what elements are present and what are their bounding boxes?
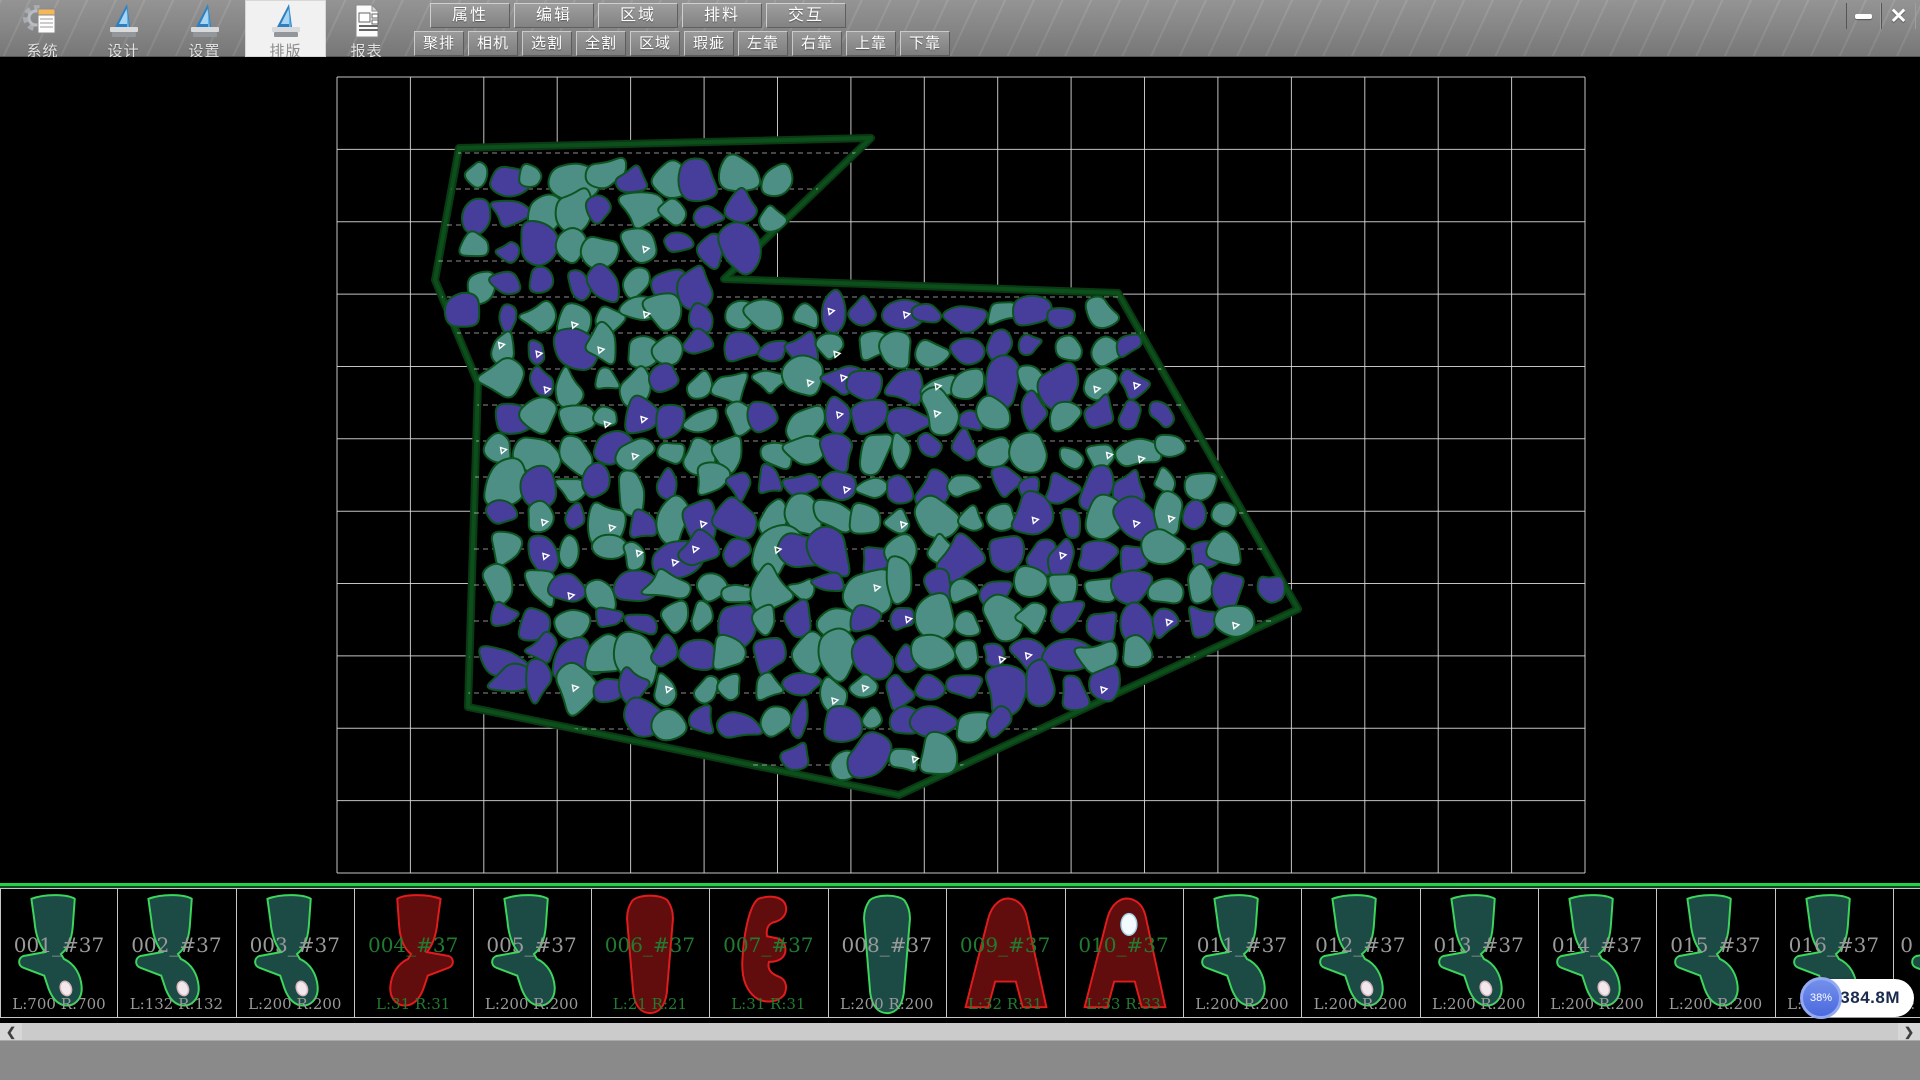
part-thumbnail-004_#37[interactable]: 004_#37 L:31 R:31 — [355, 888, 473, 1018]
parts-cells: 001_#37L:700 R:700002_#37L:132 R:132003_… — [0, 888, 1920, 1018]
scroll-right-arrow-icon[interactable]: ❯ — [1898, 1023, 1920, 1040]
part-label: 002_#37 — [118, 933, 234, 957]
part-label: 004_#37 — [355, 933, 471, 957]
nesting-canvas[interactable] — [0, 57, 1920, 880]
part-label: 014_#37 — [1539, 933, 1655, 957]
menu-tab-row: 属性编辑区域排料交互 — [430, 3, 850, 28]
minimize-button[interactable] — [1846, 3, 1881, 29]
part-lr-count: L:200 R:200 — [1539, 995, 1655, 1013]
app-button-系统[interactable]: 系统 — [2, 0, 83, 57]
title-bar: 系统设计设置排版报表 属性编辑区域排料交互 聚排相机选割全割区域瑕疵左靠右靠上靠… — [0, 0, 1920, 57]
part-label: 010_#37 — [1066, 933, 1182, 957]
part-lr-count: L:200 R:200 — [1657, 995, 1773, 1013]
action-button-左靠[interactable]: 左靠 — [738, 31, 788, 56]
action-button-下靠[interactable]: 下靠 — [900, 31, 950, 56]
menu-tab-交互[interactable]: 交互 — [766, 3, 846, 28]
application-window: 系统设计设置排版报表 属性编辑区域排料交互 聚排相机选割全割区域瑕疵左靠右靠上靠… — [0, 0, 1920, 1080]
horizontal-scrollbar[interactable]: ❮ ❯ — [0, 1023, 1920, 1040]
menu-tab-排料[interactable]: 排料 — [682, 3, 762, 28]
action-button-上靠[interactable]: 上靠 — [846, 31, 896, 56]
part-lr-count: L:31 R:31 — [355, 995, 471, 1013]
part-thumbnail-010_#37[interactable]: 010_#37 L:33 R:33 — [1066, 888, 1184, 1018]
ruler-icon — [102, 3, 146, 39]
part-label: 008_#37 — [829, 933, 945, 957]
part-label: 011_#37 — [1184, 933, 1300, 957]
app-button-设置[interactable]: 设置 — [164, 0, 245, 57]
part-lr-count: L:33 R:33 — [1066, 995, 1182, 1013]
scroll-left-arrow-icon[interactable]: ❮ — [0, 1023, 22, 1040]
gear-doc-icon — [21, 3, 65, 39]
part-thumbnail-012_#37[interactable]: 012_#37 L:200 R:200 — [1302, 888, 1420, 1018]
part-lr-count: L:200 R:200 — [237, 995, 353, 1013]
part-thumbnail-005_#37[interactable]: 005_#37 L:200 R:200 — [474, 888, 592, 1018]
progress-circle: 38% — [1800, 977, 1842, 1019]
progress-value: 38% — [1810, 992, 1832, 1004]
part-label: 001_#37 — [1, 933, 117, 957]
ruler-icon — [183, 3, 227, 39]
part-lr-count: L:200 R:200 — [829, 995, 945, 1013]
part-thumbnail-007_#37[interactable]: 007_#37 L:31 R:31 — [710, 888, 828, 1018]
part-thumbnail-014_#37[interactable]: 014_#37 L:200 R:200 — [1539, 888, 1657, 1018]
ruler-icon — [264, 3, 308, 39]
action-button-瑕疵[interactable]: 瑕疵 — [684, 31, 734, 56]
part-thumbnail-002_#37[interactable]: 002_#37 L:132 R:132 — [118, 888, 236, 1018]
part-thumbnail-015_#37[interactable]: 015_#37 L:200 R:200 — [1657, 888, 1775, 1018]
part-label: 0 — [1894, 933, 1920, 957]
part-thumbnail-003_#37[interactable]: 003_#37 L:200 R:200 — [237, 888, 355, 1018]
menu-tab-区域[interactable]: 区域 — [598, 3, 678, 28]
part-label: 009_#37 — [947, 933, 1063, 957]
action-button-聚排[interactable]: 聚排 — [414, 31, 464, 56]
part-thumbnail-008_#37[interactable]: 008_#37 L:200 R:200 — [829, 888, 947, 1018]
app-mode-toolbar: 系统设计设置排版报表 — [2, 0, 407, 57]
part-label: 016_#37 — [1776, 933, 1892, 957]
window-controls: ✕ — [1846, 3, 1916, 29]
part-lr-count: L:32 R:31 — [947, 995, 1063, 1013]
part-thumbnail-013_#37[interactable]: 013_#37 L:200 R:200 — [1421, 888, 1539, 1018]
part-thumbnail-009_#37[interactable]: 009_#37 L:32 R:31 — [947, 888, 1065, 1018]
part-lr-count: L:21 R:21 — [592, 995, 708, 1013]
part-label: 006_#37 — [592, 933, 708, 957]
action-button-区域[interactable]: 区域 — [630, 31, 680, 56]
app-button-报表[interactable]: 报表 — [326, 0, 407, 57]
close-button[interactable]: ✕ — [1881, 3, 1916, 29]
action-button-右靠[interactable]: 右靠 — [792, 31, 842, 56]
part-label: 012_#37 — [1302, 933, 1418, 957]
strip-accent-line — [0, 883, 1920, 886]
action-button-相机[interactable]: 相机 — [468, 31, 518, 56]
part-label: 003_#37 — [237, 933, 353, 957]
action-button-选割[interactable]: 选割 — [522, 31, 572, 56]
part-label: 015_#37 — [1657, 933, 1773, 957]
minimize-icon — [1855, 14, 1872, 19]
part-label: 005_#37 — [474, 933, 590, 957]
part-lr-count: L:200 R:200 — [1184, 995, 1300, 1013]
nesting-svg — [0, 57, 1920, 880]
app-button-设计[interactable]: 设计 — [83, 0, 164, 57]
app-button-排版[interactable]: 排版 — [245, 0, 326, 57]
part-thumbnail-001_#37[interactable]: 001_#37 L:700 R:700 — [0, 888, 118, 1018]
menu-tab-属性[interactable]: 属性 — [430, 3, 510, 28]
action-button-row: 聚排相机选割全割区域瑕疵左靠右靠上靠下靠 — [414, 31, 954, 56]
status-bar — [0, 1040, 1920, 1080]
progress-badge: 384.8M 38% — [1800, 977, 1914, 1019]
part-label: 013_#37 — [1421, 933, 1537, 957]
part-lr-count: L:200 R:200 — [1302, 995, 1418, 1013]
part-lr-count: L:132 R:132 — [118, 995, 234, 1013]
part-lr-count: L:31 R:31 — [710, 995, 826, 1013]
close-icon: ✕ — [1890, 6, 1908, 27]
menu-tab-编辑[interactable]: 编辑 — [514, 3, 594, 28]
part-thumbnail-006_#37[interactable]: 006_#37 L:21 R:21 — [592, 888, 710, 1018]
report-icon — [345, 3, 389, 39]
part-label: 007_#37 — [710, 933, 826, 957]
action-button-全割[interactable]: 全割 — [576, 31, 626, 56]
part-thumbnail-011_#37[interactable]: 011_#37 L:200 R:200 — [1184, 888, 1302, 1018]
part-lr-count: L:200 R:200 — [474, 995, 590, 1013]
part-lr-count: L:200 R:200 — [1421, 995, 1537, 1013]
memory-value: 384.8M — [1840, 988, 1900, 1008]
part-lr-count: L:700 R:700 — [1, 995, 117, 1013]
parts-strip: 001_#37L:700 R:700002_#37L:132 R:132003_… — [0, 880, 1920, 1020]
